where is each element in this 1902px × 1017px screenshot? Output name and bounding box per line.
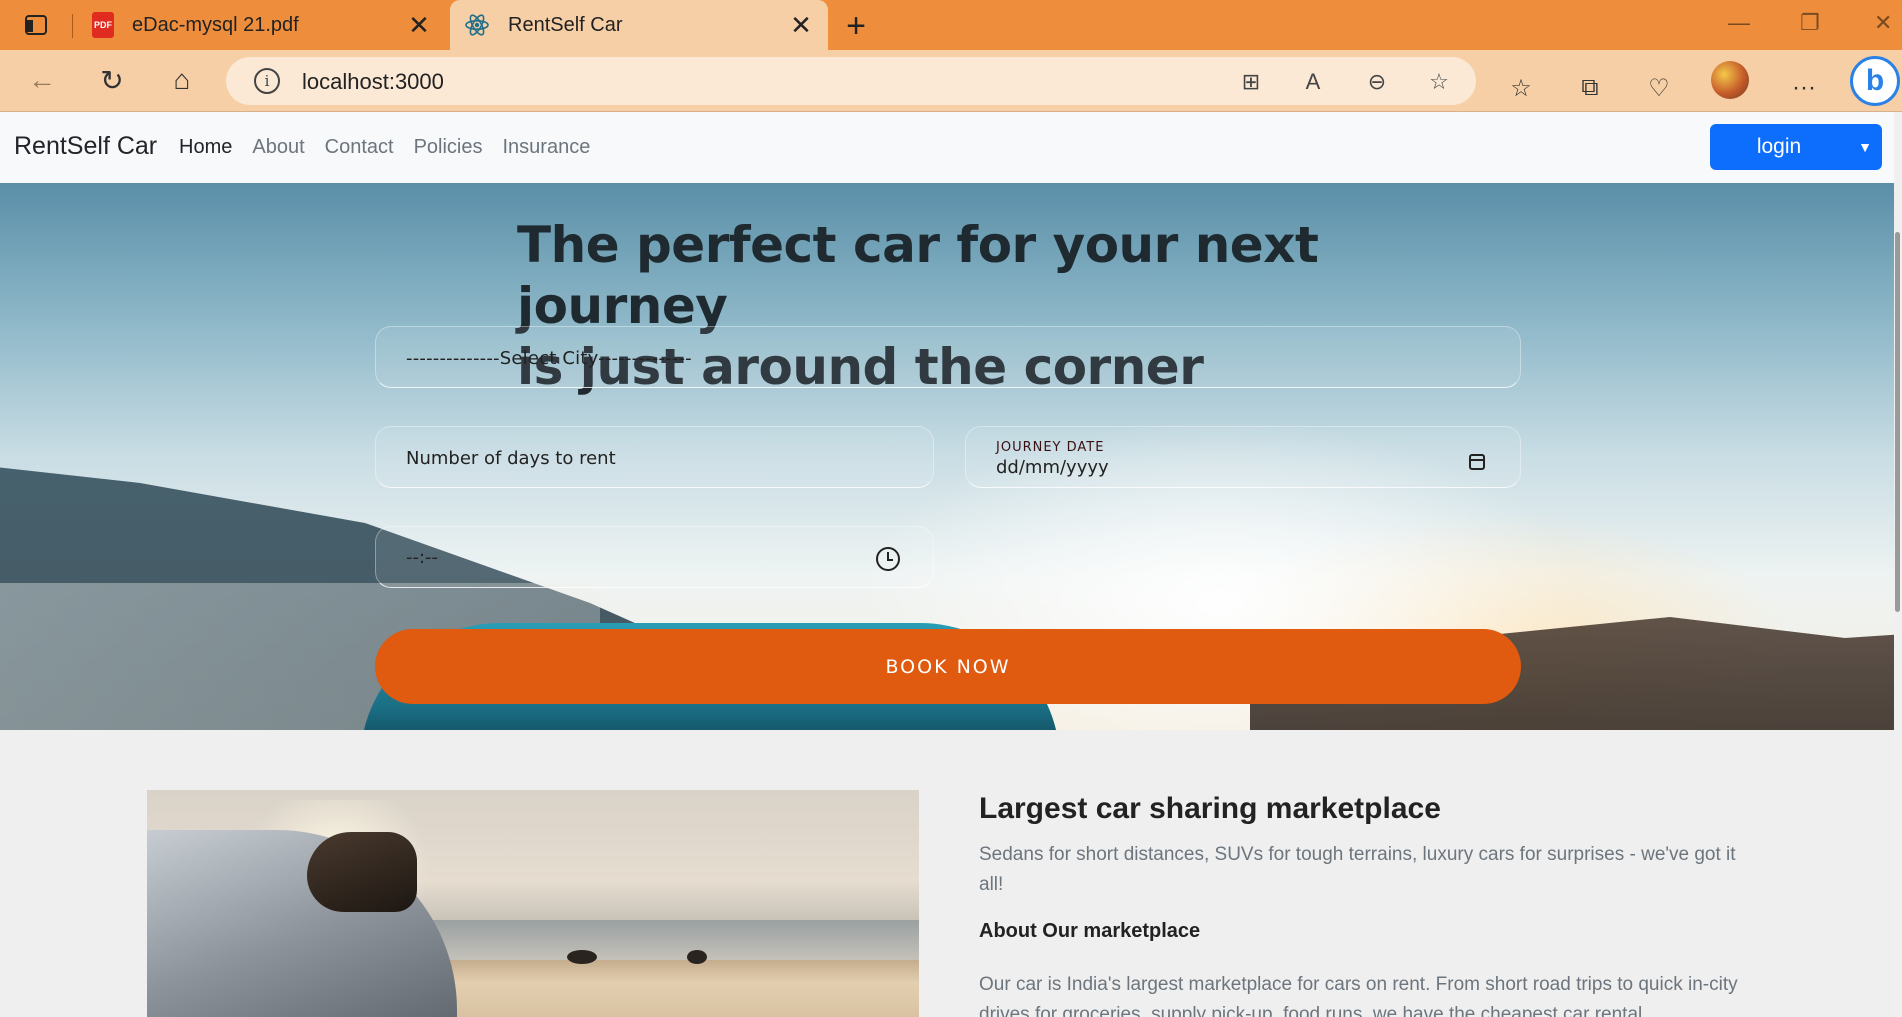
city-select-value: --------------Select City--------------: [406, 348, 692, 369]
more-options-icon[interactable]: ···: [1786, 70, 1822, 106]
back-icon[interactable]: ←: [22, 60, 62, 100]
page-scrollbar[interactable]: [1894, 112, 1902, 1017]
journey-date-label: JOURNEY DATE: [996, 440, 1105, 455]
nav-link-about[interactable]: About: [252, 136, 304, 159]
journey-date-input[interactable]: JOURNEY DATE dd/mm/yyyy: [965, 426, 1521, 488]
nav-link-policies[interactable]: Policies: [414, 136, 483, 159]
web-page: RentSelf Car Home About Contact Policies…: [0, 112, 1902, 1017]
react-icon: [464, 12, 490, 38]
nav-link-home[interactable]: Home: [179, 136, 232, 159]
days-placeholder: Number of days to rent: [406, 448, 616, 469]
collections-icon[interactable]: ⧉: [1572, 70, 1608, 106]
tab-title: RentSelf Car: [508, 13, 623, 36]
city-select[interactable]: --------------Select City--------------: [375, 326, 1521, 388]
app-available-icon[interactable]: ⊞: [1236, 67, 1266, 97]
refresh-icon[interactable]: ↻: [92, 60, 132, 100]
tab-title: eDac-mysql 21.pdf: [132, 13, 299, 36]
bing-copilot-icon[interactable]: b: [1850, 56, 1900, 106]
browser-tab-bar: PDF eDac-mysql 21.pdf ✕ RentSelf Car ✕ +…: [0, 0, 1902, 50]
login-label: login: [1756, 135, 1802, 158]
info-icon[interactable]: i: [254, 68, 280, 94]
site-navbar: RentSelf Car Home About Contact Policies…: [0, 112, 1894, 183]
browser-toolbar: ← ↻ ⌂ i localhost:3000 ⊞ A ⊖ ☆: [0, 50, 1902, 112]
calendar-icon[interactable]: [1469, 454, 1485, 470]
restore-icon[interactable]: ❐: [1800, 10, 1820, 36]
browser-tab-pdf[interactable]: PDF eDac-mysql 21.pdf ✕: [78, 0, 446, 50]
favorite-star-icon[interactable]: ☆: [1424, 67, 1454, 97]
pdf-icon: PDF: [92, 12, 114, 38]
profile-avatar[interactable]: [1711, 61, 1749, 99]
nav-links: Home About Contact Policies Insurance: [179, 136, 590, 159]
minimize-icon[interactable]: —: [1728, 10, 1750, 36]
beach-car-image: [147, 790, 919, 1017]
clock-icon[interactable]: [876, 547, 900, 571]
time-value: --:--: [406, 547, 439, 568]
nav-link-contact[interactable]: Contact: [325, 136, 394, 159]
close-window-icon[interactable]: ✕: [1874, 10, 1892, 36]
zoom-out-icon[interactable]: ⊖: [1362, 67, 1392, 97]
book-now-button[interactable]: BOOK NOW: [375, 629, 1521, 704]
hero-section: The perfect car for your next journey is…: [0, 183, 1894, 730]
marketplace-title: Largest car sharing marketplace: [979, 792, 1441, 825]
time-input[interactable]: --:--: [375, 526, 934, 588]
url-text[interactable]: localhost:3000: [302, 69, 444, 95]
new-tab-icon[interactable]: +: [838, 7, 874, 45]
about-marketplace-title: About Our marketplace: [979, 920, 1201, 942]
close-icon[interactable]: ✕: [786, 10, 816, 40]
about-marketplace-text: Our car is India's largest marketplace f…: [979, 974, 1738, 1017]
journey-date-value: dd/mm/yyyy: [996, 457, 1109, 478]
read-aloud-icon[interactable]: A: [1298, 67, 1328, 97]
chevron-down-icon: ▼: [1858, 139, 1872, 155]
home-icon[interactable]: ⌂: [162, 60, 202, 100]
brand-logo[interactable]: RentSelf Car: [14, 132, 157, 161]
login-dropdown-button[interactable]: login ▼: [1710, 124, 1882, 170]
favorites-icon[interactable]: ☆: [1503, 70, 1539, 106]
hero-title-line1: The perfect car for your next journey: [517, 216, 1319, 335]
browser-tab-rentself[interactable]: RentSelf Car ✕: [450, 0, 828, 50]
close-icon[interactable]: ✕: [404, 10, 434, 40]
nav-link-insurance[interactable]: Insurance: [502, 136, 590, 159]
days-input[interactable]: Number of days to rent: [375, 426, 934, 488]
tab-actions-icon[interactable]: [18, 12, 54, 38]
address-bar[interactable]: i localhost:3000 ⊞ A ⊖ ☆: [226, 57, 1476, 105]
tab-separator: [72, 14, 73, 38]
marketplace-description: Sedans for short distances, SUVs for tou…: [979, 844, 1736, 895]
health-heart-icon[interactable]: ♡: [1641, 70, 1677, 106]
